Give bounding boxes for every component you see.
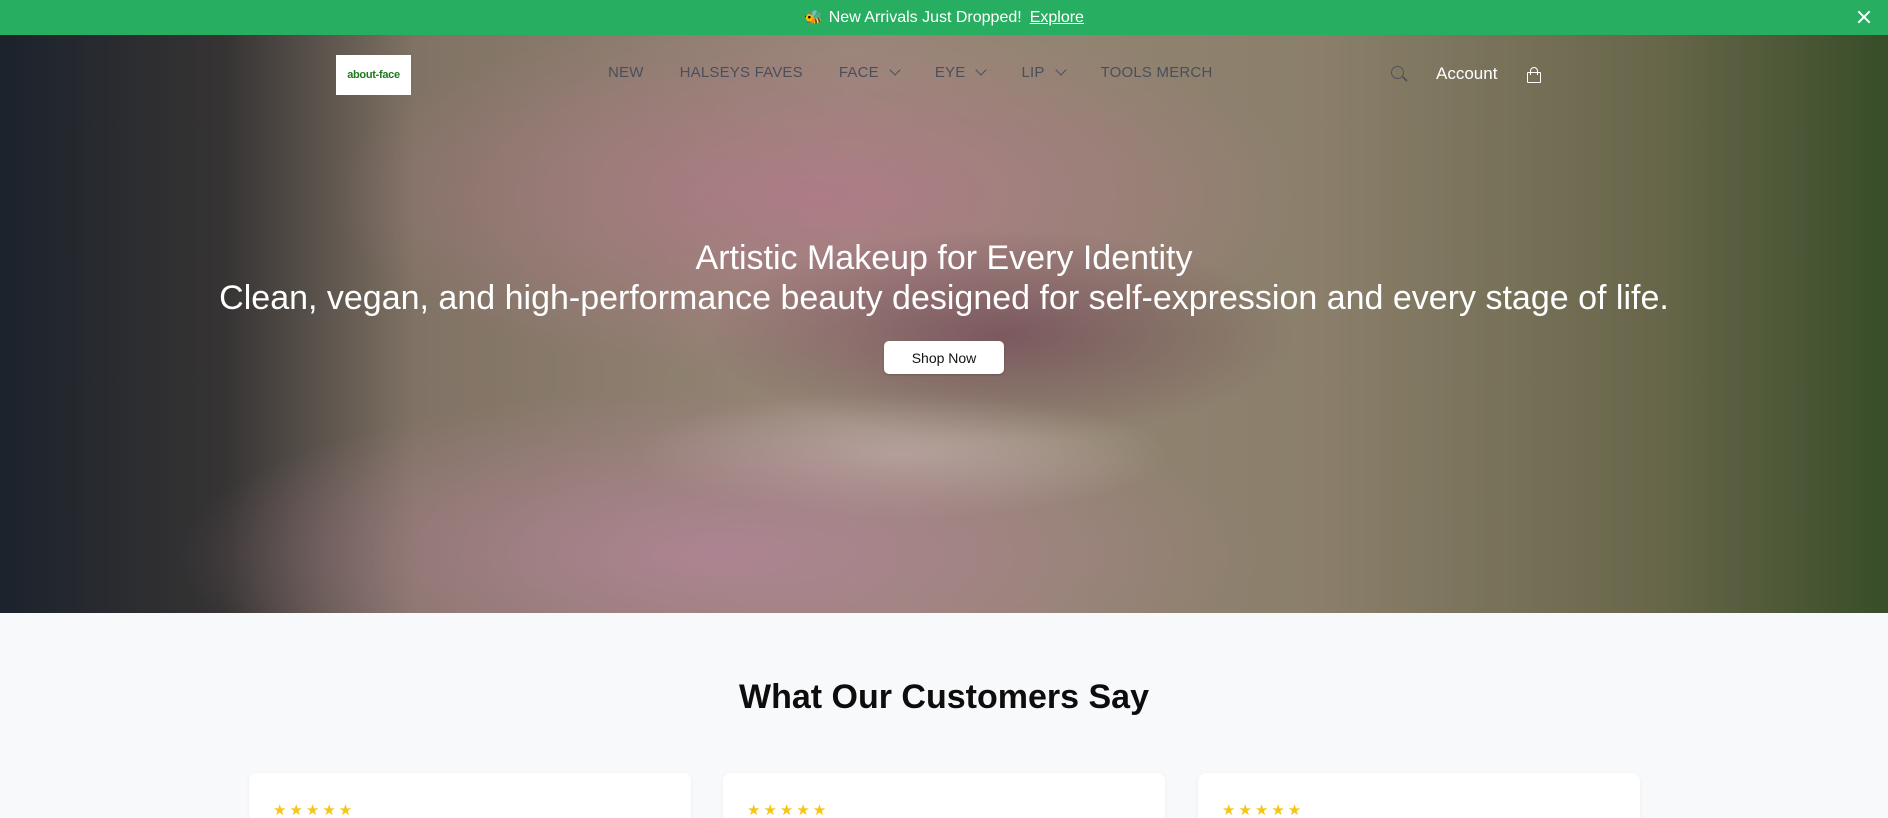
search-icon[interactable]	[1391, 66, 1408, 83]
explore-link[interactable]: Explore	[1030, 9, 1084, 27]
testimonial-card: ★★★★★	[723, 773, 1165, 818]
star-rating: ★★★★★	[747, 802, 830, 818]
chevron-down-icon	[975, 64, 988, 76]
nav-item-halseys-faves[interactable]: HALSEYS FAVES	[680, 64, 803, 81]
logo-text: about-face	[347, 69, 400, 81]
nav-label: FACE	[838, 64, 879, 81]
chevron-down-icon	[1054, 64, 1067, 76]
hero-content: Artistic Makeup for Every Identity Clean…	[0, 238, 1888, 318]
nav-item-face[interactable]: FACE	[838, 64, 901, 81]
bee-icon: 🐝	[804, 9, 823, 27]
main-nav: NEW HALSEYS FAVES FACE EYE LIP TOOLS MER…	[608, 64, 1249, 81]
nav-label: TOOLS MERCH	[1100, 64, 1213, 81]
nav-item-new[interactable]: NEW	[608, 64, 644, 81]
shopping-bag-icon[interactable]	[1527, 67, 1541, 83]
nav-item-eye[interactable]: EYE	[934, 64, 988, 81]
nav-item-lip[interactable]: LIP	[1021, 64, 1067, 81]
announcement-bar: 🐝 New Arrivals Just Dropped! Explore	[0, 0, 1888, 35]
chevron-down-icon	[889, 64, 901, 76]
shop-now-button[interactable]: Shop Now	[884, 341, 1004, 374]
close-icon[interactable]	[1854, 7, 1874, 27]
star-rating: ★★★★★	[273, 802, 356, 818]
logo[interactable]: about-face	[336, 55, 411, 95]
account-link[interactable]: Account	[1436, 64, 1497, 84]
hero-subtitle: Clean, vegan, and high-performance beaut…	[219, 279, 1669, 317]
nav-label: LIP	[1021, 64, 1045, 81]
announcement-message: New Arrivals Just Dropped!	[828, 8, 1022, 26]
nav-label: NEW	[608, 64, 644, 81]
hero-banner	[0, 35, 1888, 613]
testimonials-title: What Our Customers Say	[739, 678, 1149, 716]
star-rating: ★★★★★	[1222, 802, 1305, 818]
testimonial-card: ★★★★★	[249, 773, 691, 818]
nav-label: EYE	[934, 64, 966, 81]
hero-title: Artistic Makeup for Every Identity	[695, 239, 1193, 277]
nav-item-tools-merch[interactable]: TOOLS MERCH	[1101, 64, 1213, 81]
nav-label: HALSEYS FAVES	[679, 64, 803, 81]
testimonial-card: ★★★★★	[1198, 773, 1640, 818]
